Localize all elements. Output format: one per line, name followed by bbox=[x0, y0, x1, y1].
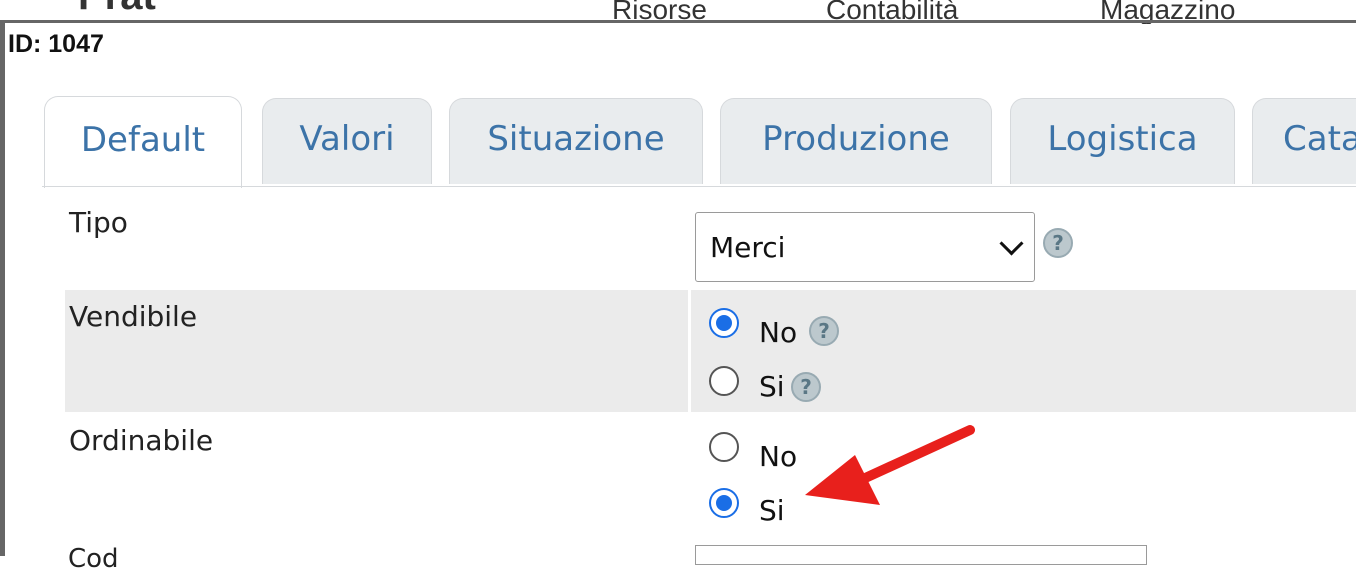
tipo-select[interactable]: Merci bbox=[695, 212, 1035, 282]
ordinabile-no-radio[interactable] bbox=[709, 432, 739, 462]
tipo-label: Tipo bbox=[69, 206, 128, 239]
tab-default[interactable]: Default bbox=[44, 96, 242, 188]
ordinabile-label: Ordinabile bbox=[69, 424, 214, 457]
help-icon[interactable]: ? bbox=[809, 316, 839, 346]
tab-situazione[interactable]: Situazione bbox=[449, 98, 703, 184]
annotation-arrow-icon bbox=[805, 425, 975, 505]
tipo-select-value: Merci bbox=[710, 231, 786, 264]
vendibile-no-radio[interactable] bbox=[709, 308, 739, 338]
row-vendibile: Vendibile No ? Si ? bbox=[65, 290, 1356, 412]
tab-bar: Default Valori Situazione Produzione Log… bbox=[0, 96, 1356, 188]
tab-produzione[interactable]: Produzione bbox=[720, 98, 992, 184]
row-tipo: Tipo Merci ? bbox=[65, 196, 1356, 286]
vendibile-value-cell: No ? Si ? bbox=[691, 290, 1356, 412]
help-icon[interactable]: ? bbox=[1043, 228, 1073, 258]
tab-valori[interactable]: Valori bbox=[262, 98, 432, 184]
row-ordinabile: Ordinabile No Si bbox=[65, 414, 1356, 540]
chevron-down-icon bbox=[999, 231, 1024, 256]
vendibile-si-radio[interactable] bbox=[709, 366, 739, 396]
record-id: ID: 1047 bbox=[8, 30, 104, 58]
next-row-label: Cod bbox=[68, 544, 119, 574]
tab-cataloghi[interactable]: Cata bbox=[1252, 98, 1356, 184]
tab-divider bbox=[42, 186, 1356, 187]
next-row-input[interactable] bbox=[695, 545, 1147, 565]
frame-border bbox=[0, 20, 1356, 23]
vendibile-label: Vendibile bbox=[65, 290, 688, 412]
vendibile-no-label: No bbox=[759, 316, 798, 349]
vendibile-si-label: Si bbox=[759, 370, 785, 403]
app-brand: Prat bbox=[78, 0, 156, 19]
help-icon[interactable]: ? bbox=[791, 372, 821, 402]
tab-logistica[interactable]: Logistica bbox=[1010, 98, 1235, 184]
tipo-value-cell: Merci ? bbox=[691, 196, 1356, 286]
ordinabile-si-radio[interactable] bbox=[709, 488, 739, 518]
